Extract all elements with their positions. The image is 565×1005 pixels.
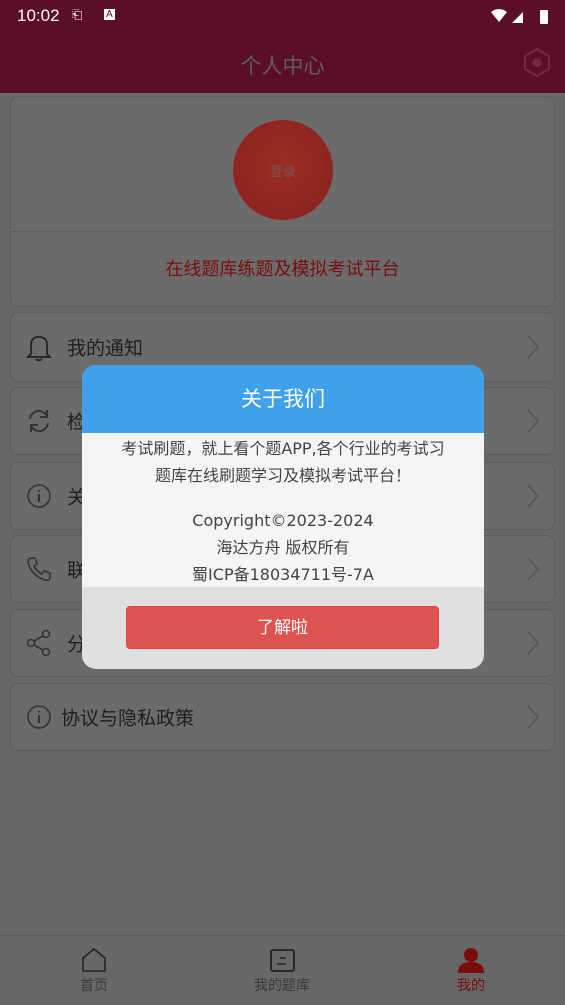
owner-text: 海达方舟 版权所有	[216, 538, 350, 557]
about-dialog: 关于我们 考试刷题，就上看个题APP,各个行业的考试习 题库在线刷题学习及模拟考…	[82, 365, 484, 669]
hexagon-settings-icon[interactable]	[523, 47, 551, 77]
tab-label: 我的题库	[254, 978, 310, 994]
chevron-right-icon	[527, 557, 540, 581]
wifi-signal-battery-icon	[491, 9, 548, 24]
tab-question-bank[interactable]: 我的题库	[188, 936, 376, 1005]
bottom-tab-bar: 首页 我的题库 我的	[0, 935, 565, 1004]
slogan: 在线题库练题及模拟考试平台	[165, 259, 400, 280]
dialog-description-line: 考试刷题，就上看个题APP,各个行业的考试习	[121, 439, 445, 458]
home-icon	[82, 948, 106, 972]
dialog-title: 关于我们	[82, 365, 484, 433]
tab-home[interactable]: 首页	[0, 936, 188, 1005]
profile-card: 登录 在线题库练题及模拟考试平台	[10, 96, 555, 307]
menu-item-privacy-policy[interactable]: 协议与隐私政策	[10, 683, 555, 751]
clock: 10:02	[17, 6, 60, 25]
bell-icon	[25, 336, 53, 361]
chevron-right-icon	[527, 335, 540, 359]
info-icon	[27, 705, 51, 729]
chevron-right-icon	[527, 705, 540, 729]
app-header: 个人中心	[0, 35, 565, 93]
divider	[11, 231, 554, 232]
menu-label: 协议与隐私政策	[61, 707, 195, 730]
chevron-right-icon	[527, 409, 540, 433]
user-icon	[458, 948, 484, 973]
status-bar: 10:02 ⎗ A	[0, 0, 565, 35]
dialog-body: 考试刷题，就上看个题APP,各个行业的考试习 题库在线刷题学习及模拟考试平台！ …	[82, 433, 484, 587]
icp-text: 蜀ICP备18034711号-7A	[192, 565, 374, 584]
tab-mine[interactable]: 我的	[377, 936, 565, 1005]
question-bank-icon	[270, 949, 295, 972]
tab-label: 我的	[457, 978, 485, 994]
chevron-right-icon	[527, 631, 540, 655]
login-avatar-button[interactable]: 登录	[233, 120, 333, 220]
phone-icon	[27, 557, 51, 582]
chevron-right-icon	[527, 484, 540, 508]
share-icon	[26, 629, 51, 657]
menu-label: 我的通知	[67, 337, 144, 360]
notification-icon: ⎗	[72, 8, 83, 23]
login-label: 登录	[269, 164, 296, 180]
info-icon	[27, 484, 51, 508]
copyright-text: Copyright©2023-2024	[192, 511, 374, 530]
app-notification-icon: A	[104, 9, 115, 20]
dialog-description-line: 题库在线刷题学习及模拟考试平台！	[154, 466, 411, 485]
page-title: 个人中心	[240, 54, 325, 78]
tab-label: 首页	[80, 978, 108, 994]
refresh-icon	[29, 410, 49, 432]
confirm-button[interactable]: 了解啦	[126, 606, 439, 649]
